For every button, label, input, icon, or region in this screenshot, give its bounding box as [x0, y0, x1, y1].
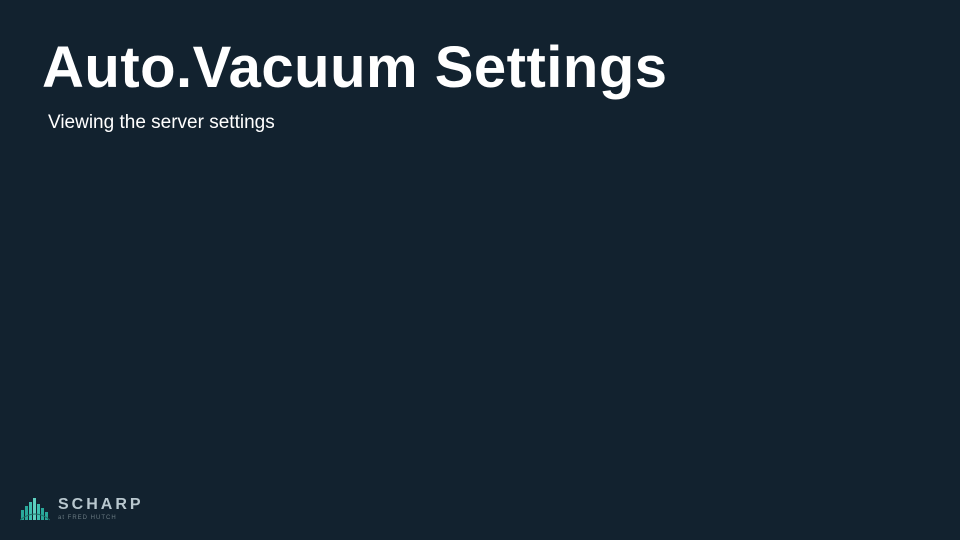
slide-subtitle: Viewing the server settings: [48, 112, 275, 134]
logo-name: SCHARP: [58, 497, 144, 513]
logo-tagline: at FRED HUTCH: [58, 515, 144, 521]
logo-mark-icon: [20, 496, 50, 522]
logo-text: SCHARP at FRED HUTCH: [58, 497, 144, 521]
slide-title: Auto.Vacuum Settings: [42, 34, 668, 101]
slide: Auto.Vacuum Settings Viewing the server …: [0, 0, 960, 540]
logo: SCHARP at FRED HUTCH: [20, 496, 144, 522]
